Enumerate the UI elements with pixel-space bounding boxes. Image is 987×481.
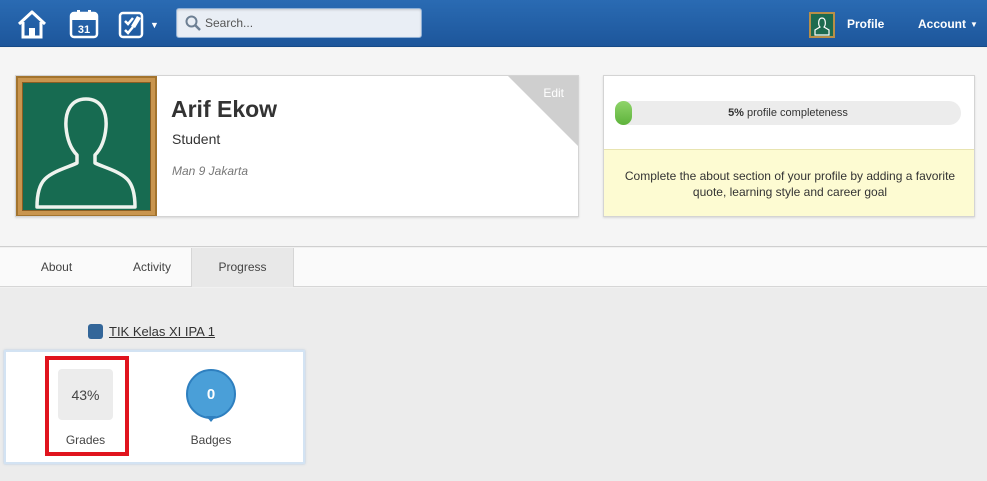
course-link[interactable]: TIK Kelas XI IPA 1 — [88, 324, 215, 339]
completeness-label: profile completeness — [747, 107, 848, 119]
profile-header: Arif Ekow Student Man 9 Jakarta Edit 5% … — [0, 48, 987, 247]
completeness-percent: 5% — [728, 107, 744, 119]
profile-card: Arif Ekow Student Man 9 Jakarta Edit — [15, 75, 579, 217]
top-navigation-bar: 31 ▼ Profile Account ▼ — [0, 0, 987, 47]
calendar-day: 31 — [78, 24, 90, 36]
tab-activity[interactable]: Activity — [113, 248, 191, 287]
profile-role: Student — [172, 131, 221, 147]
avatar[interactable] — [809, 12, 835, 38]
account-menu[interactable]: Account ▼ — [918, 0, 978, 47]
tab-about[interactable]: About — [0, 248, 113, 287]
search-box[interactable] — [176, 8, 422, 38]
account-label: Account — [918, 16, 966, 31]
profile-link[interactable]: Profile — [847, 0, 884, 47]
profile-name: Arif Ekow — [171, 96, 278, 122]
user-silhouette-icon — [35, 97, 137, 209]
course-stats-card: 43% Grades 0 Badges — [4, 350, 305, 464]
progress-content: TIK Kelas XI IPA 1 43% Grades 0 Badges — [0, 288, 987, 481]
tasks-icon — [118, 11, 144, 38]
chevron-down-icon: ▼ — [150, 19, 159, 30]
home-icon[interactable] — [12, 0, 52, 47]
profile-tabs: About Activity Progress — [0, 248, 987, 287]
badges-counter[interactable]: 0 — [185, 367, 237, 425]
completeness-progress-bar: 5% profile completeness — [615, 101, 961, 125]
badges-label: Badges — [190, 433, 232, 447]
tab-progress[interactable]: Progress — [191, 248, 294, 287]
course-color-swatch — [88, 324, 103, 339]
edit-profile-button[interactable]: Edit — [508, 76, 578, 146]
tasks-menu[interactable]: ▼ — [114, 0, 162, 47]
edit-label: Edit — [543, 86, 564, 100]
search-input[interactable] — [205, 16, 405, 30]
profile-school: Man 9 Jakarta — [172, 164, 249, 178]
profile-photo — [16, 76, 157, 216]
search-icon — [185, 15, 201, 31]
grades-highlight-box — [45, 356, 129, 456]
calendar-icon[interactable]: 31 — [64, 0, 104, 47]
profile-completeness-card: 5% profile completeness Complete the abo… — [603, 75, 975, 217]
completeness-text: 5% profile completeness — [615, 101, 961, 125]
badge-count: 0 — [186, 369, 236, 419]
course-name: TIK Kelas XI IPA 1 — [109, 324, 215, 339]
chevron-down-icon: ▼ — [970, 19, 978, 29]
badge-pointer — [206, 416, 216, 422]
completeness-hint: Complete the about section of your profi… — [604, 149, 974, 216]
